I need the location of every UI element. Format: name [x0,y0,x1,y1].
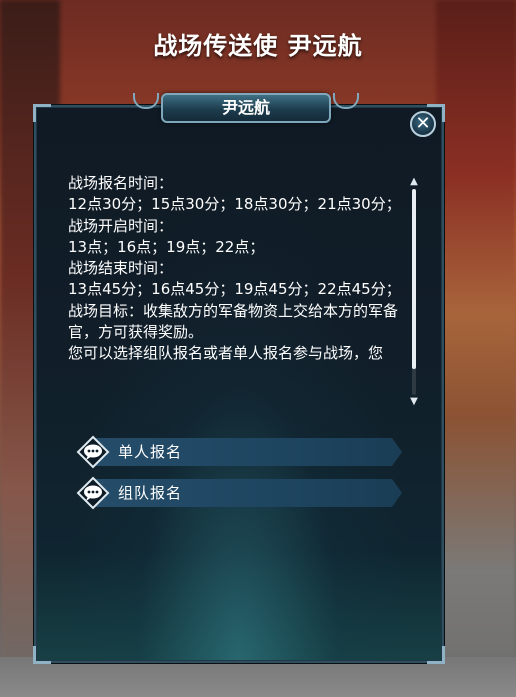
dialog-text-line: 战场开启时间： [68,216,174,235]
frame-corner [33,104,51,122]
dialog-text-line: 13点45分；16点45分；19点45分；22点45分； [68,280,401,299]
chat-bubble-icon [76,435,110,469]
tab-ornament-right [333,93,359,109]
close-button[interactable]: ✕ [410,111,436,137]
dialog-text-line: 您可以选择组队报名或者单人报名参与战场，您 [68,344,384,363]
dialog-title-tab: 尹远航 [133,93,359,123]
option-label: 组队报名 [118,484,183,502]
option-team-signup[interactable]: 组队报名 [76,476,402,510]
npc-name-header: 战场传送使 尹远航 [153,32,363,60]
option-label: 单人报名 [118,443,183,461]
scroll-up-icon[interactable]: ▲ [409,177,419,187]
option-solo-signup[interactable]: 单人报名 [76,435,402,469]
scroll-track[interactable] [412,189,416,395]
dialog-text-line: 13点；16点；19点；22点； [68,237,265,256]
chat-bubble-icon [76,476,110,510]
dialog-title: 尹远航 [221,98,270,117]
close-icon: ✕ [415,113,431,134]
dialog-text-line: 战场报名时间： [68,174,174,192]
tab-ornament-left [133,93,159,109]
dialog-text-line: 战场目标：收集敌方的军备物资上交给本方的军备官，方可获得奖励。 [68,301,399,342]
dialog-text-line: 12点30分；15点30分；18点30分；21点30分； [68,195,401,214]
npc-dialog-panel: 尹远航 ✕ 战场报名时间： 12点30分；15点30分；18点30分；21点30… [33,93,445,664]
frame-corner [33,646,51,664]
background-right-decor [436,0,516,697]
scroll-thumb[interactable] [412,189,416,369]
text-scrollbar[interactable]: ▲ ▼ [410,177,418,407]
frame-corner [427,646,445,664]
dialog-text-area[interactable]: 战场报名时间： 12点30分；15点30分；18点30分；21点30分； 战场开… [68,173,408,403]
dialog-text-line: 战场结束时间： [68,259,174,278]
scroll-down-icon[interactable]: ▼ [409,397,419,407]
